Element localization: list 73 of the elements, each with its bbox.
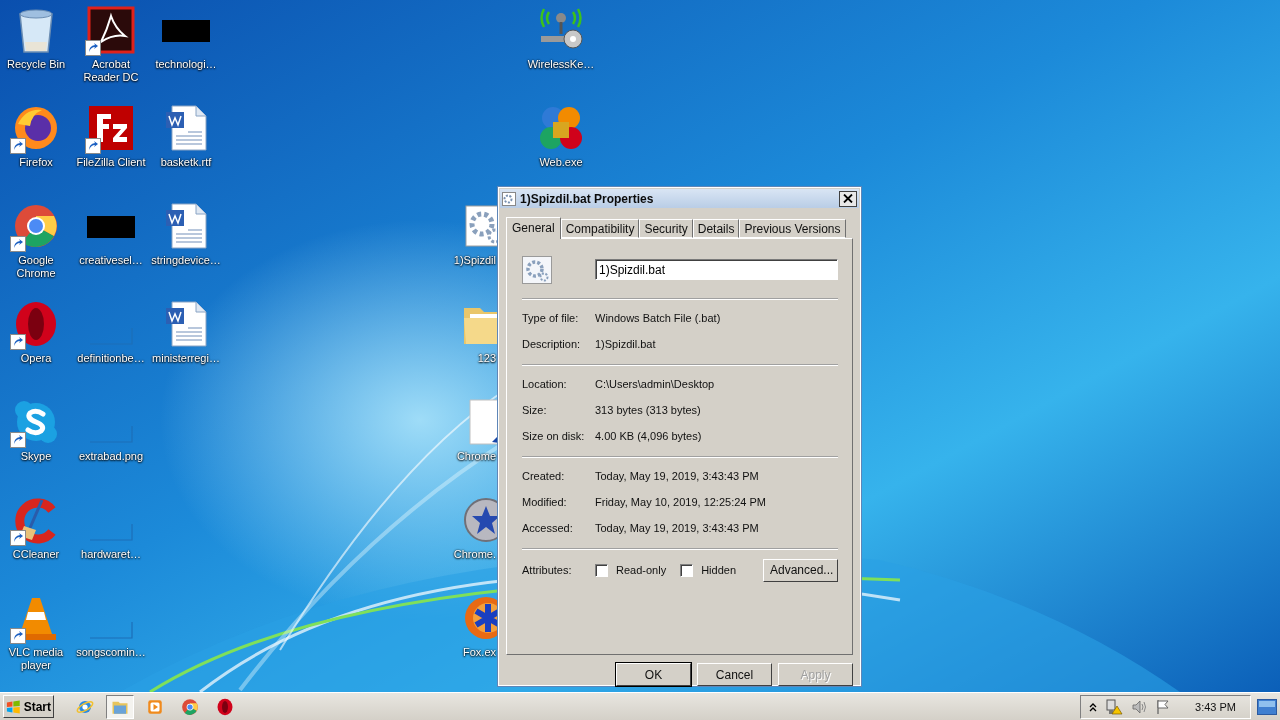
property-value: Friday, May 10, 2019, 12:25:24 PM <box>595 495 766 508</box>
tab[interactable]: Previous Versions <box>739 218 846 238</box>
checkbox-label[interactable]: Read-only <box>616 564 667 577</box>
cloud-icon <box>12 398 60 446</box>
checkbox[interactable] <box>595 563 608 577</box>
property-value: C:\Users\admin\Desktop <box>595 377 715 390</box>
property-value: 1)Spizdil.bat <box>595 337 656 350</box>
taskbar-app-button[interactable] <box>106 694 134 719</box>
tab[interactable]: Compatibility <box>560 218 640 238</box>
desktop-icon-label[interactable]: technologi… <box>148 58 224 71</box>
blank-thumbnail-icon <box>89 523 133 541</box>
show-desktop-icon[interactable] <box>1257 698 1277 715</box>
property-label: Description: <box>522 337 582 350</box>
property-label: Size on disk: <box>522 429 586 442</box>
checkbox-label[interactable]: Hidden <box>701 564 736 577</box>
desktop-icon-label[interactable]: basketk.rtf <box>148 156 224 169</box>
gears-icon <box>522 255 552 284</box>
desktop-icon-label[interactable]: Web.exe <box>523 156 599 169</box>
property-value: Today, May 19, 2019, 3:43:43 PM <box>595 469 759 482</box>
desktop-icon-label[interactable]: Opera <box>0 352 74 365</box>
property-label: Modified: <box>522 495 568 508</box>
desktop-icon-label[interactable]: definitionbe… <box>73 352 149 365</box>
property-value: 4.00 KB (4,096 bytes) <box>595 429 702 442</box>
close-button[interactable] <box>839 190 857 207</box>
property-value: Today, May 19, 2019, 3:43:43 PM <box>595 521 759 534</box>
tab[interactable]: General <box>506 216 561 239</box>
desktop-icon-label[interactable]: creativesel… <box>73 254 149 267</box>
advanced-button[interactable]: Advanced... <box>763 558 838 582</box>
property-value: Windows Batch File (.bat) <box>595 311 721 324</box>
property-label: Accessed: <box>522 521 574 534</box>
desktop-icon-label[interactable]: WirelessKe… <box>523 58 599 71</box>
property-label: Location: <box>522 377 568 390</box>
flag-icon <box>1155 698 1172 715</box>
dialog-button[interactable]: OK <box>616 663 691 686</box>
tab[interactable]: Security <box>639 218 693 238</box>
property-label: Type of file: <box>522 311 580 324</box>
chrome-icon <box>181 697 199 716</box>
property-value: 313 bytes (313 bytes) <box>595 403 701 416</box>
speaker-icon <box>1131 698 1148 715</box>
media-player-icon <box>146 697 164 716</box>
desktop-icon-label[interactable]: Skype <box>0 450 74 463</box>
desktop-icon-label[interactable]: hardwaret… <box>73 548 149 561</box>
windows-logo-icon <box>6 699 21 714</box>
property-label: Created: <box>522 469 566 482</box>
desktop-icon-label[interactable]: FileZilla Client <box>73 156 149 169</box>
property-label: Size: <box>522 403 548 416</box>
desktop-icon-label[interactable]: extrabad.png <box>73 450 149 463</box>
desktop-icon-label[interactable]: CCleaner <box>0 548 74 561</box>
desktop-icon-label[interactable]: Firefox <box>0 156 74 169</box>
blank-thumbnail-icon <box>89 621 133 639</box>
desktop-icon-label[interactable]: VLC media player <box>0 646 74 672</box>
start-button[interactable]: Start <box>3 695 54 718</box>
file-name-field[interactable]: 1)Spizdil.bat <box>595 259 838 281</box>
window-title: 1)Spizdil.bat Properties <box>520 191 655 206</box>
network-warning-icon <box>1105 698 1124 715</box>
desktop-icon-label[interactable]: Acrobat Reader DC <box>73 58 149 84</box>
desktop-icon-label[interactable]: Google Chrome <box>0 254 74 280</box>
desktop-icon-label[interactable]: Recycle Bin <box>0 58 74 71</box>
desktop-icon-label[interactable]: songscomin… <box>73 646 149 659</box>
desktop-icon-label[interactable]: ministerregi… <box>148 352 224 365</box>
clock[interactable]: 3:43 PM <box>1195 700 1236 713</box>
file-transfer-icon <box>87 104 135 152</box>
pdf-reader-icon <box>87 6 135 54</box>
close-icon <box>843 194 853 204</box>
desktop-icon-label[interactable]: 1)Spizdil <box>453 254 496 267</box>
ring-icon <box>216 697 234 716</box>
chrome-icon <box>12 202 60 250</box>
property-label: Attributes: <box>522 564 573 577</box>
desktop-icon-label[interactable]: stringdevice… <box>148 254 224 267</box>
dialog-button[interactable]: Cancel <box>697 663 772 686</box>
chevron-up-icon <box>1089 701 1098 712</box>
tab[interactable]: Details <box>692 218 740 238</box>
checkbox[interactable] <box>680 563 694 577</box>
